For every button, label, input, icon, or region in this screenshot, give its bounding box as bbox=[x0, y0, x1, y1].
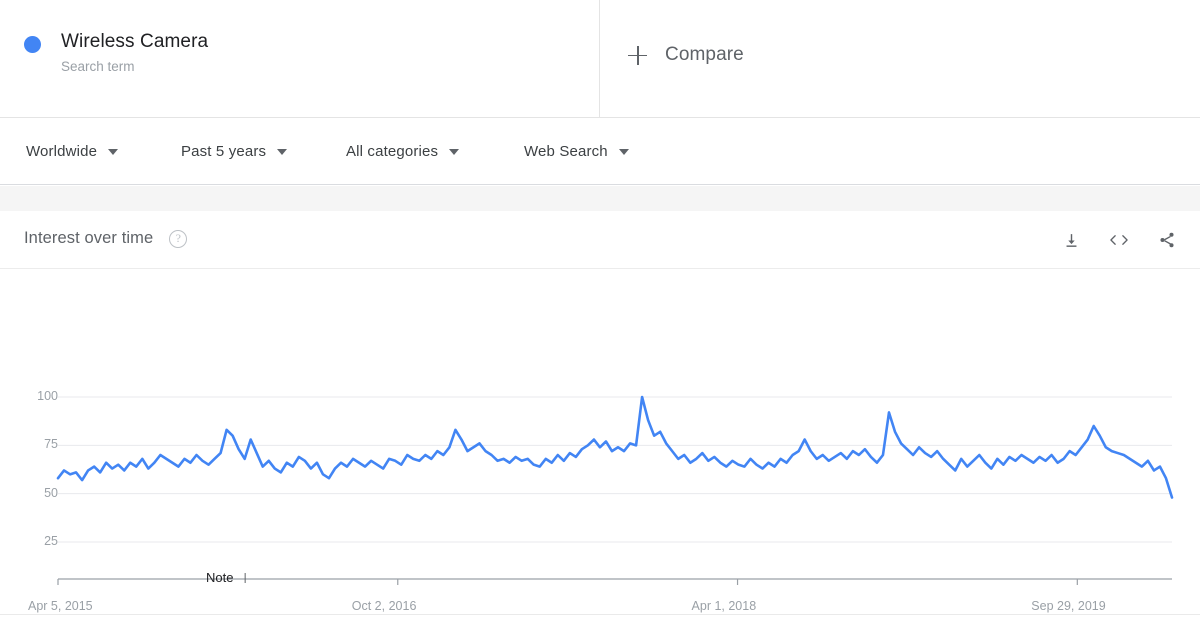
search-term-content: Wireless Camera Search term bbox=[24, 30, 208, 75]
trends-line-chart[interactable] bbox=[0, 269, 1200, 614]
filter-category-label: All categories bbox=[346, 142, 439, 160]
x-axis-tick-label: Apr 5, 2015 bbox=[28, 599, 93, 613]
google-trends-page: Wireless Camera Search term Compare Worl… bbox=[0, 0, 1200, 624]
filter-time-range-label: Past 5 years bbox=[181, 142, 267, 160]
chart-title: Interest over time bbox=[24, 229, 154, 247]
y-axis-tick-label: 25 bbox=[44, 534, 58, 548]
filter-category[interactable]: All categories bbox=[346, 142, 460, 160]
filter-search-type[interactable]: Web Search bbox=[524, 143, 629, 160]
search-term-card[interactable]: Wireless Camera Search term bbox=[0, 0, 600, 117]
chevron-down-icon bbox=[449, 149, 460, 155]
download-icon[interactable] bbox=[1058, 227, 1084, 253]
compare-card[interactable]: Compare bbox=[600, 0, 1200, 117]
section-divider bbox=[0, 186, 1200, 211]
chevron-down-icon bbox=[277, 149, 288, 155]
x-axis-tick-label: Oct 2, 2016 bbox=[351, 599, 417, 613]
note-annotation: Note bbox=[206, 570, 234, 585]
filter-bar: Worldwide Past 5 years All categories We… bbox=[0, 118, 1200, 185]
x-axis-tick-label: Sep 29, 2019 bbox=[1031, 599, 1106, 613]
search-term-bar: Wireless Camera Search term Compare bbox=[0, 0, 1200, 118]
series-color-dot-icon bbox=[24, 36, 41, 53]
embed-code-icon[interactable] bbox=[1106, 227, 1132, 253]
chevron-down-icon bbox=[108, 149, 119, 155]
plus-icon bbox=[628, 45, 647, 65]
search-term-text: Wireless Camera Search term bbox=[61, 30, 208, 75]
y-axis-tick-label: 50 bbox=[44, 485, 58, 500]
x-axis-tick-label: Apr 1, 2018 bbox=[691, 599, 757, 613]
y-axis-tick-label: 100 bbox=[37, 389, 58, 403]
filter-time-range[interactable]: Past 5 years bbox=[181, 142, 288, 160]
search-term-title: Wireless Camera bbox=[61, 31, 209, 52]
chart-title-wrap: Interest over time ? bbox=[24, 229, 188, 248]
compare-label: Compare bbox=[665, 44, 744, 65]
interest-over-time-card: Interest over time ? 100 75 50 25 Apr 5,… bbox=[0, 211, 1200, 615]
share-icon[interactable] bbox=[1154, 227, 1180, 253]
search-term-subtitle: Search term bbox=[61, 59, 135, 74]
filter-location[interactable]: Worldwide bbox=[26, 142, 119, 160]
chart-plot-area: 100 75 50 25 Apr 5, 2015 Oct 2, 2016 Apr 1, 2… bbox=[0, 269, 1200, 614]
chart-header: Interest over time ? bbox=[0, 211, 1200, 269]
y-axis-tick-label: 75 bbox=[44, 437, 58, 452]
chevron-down-icon bbox=[618, 149, 629, 155]
chart-actions bbox=[1058, 227, 1180, 253]
filter-search-type-label: Web Search bbox=[524, 142, 608, 160]
add-comparison-button[interactable]: Compare bbox=[628, 44, 744, 66]
question-mark-icon[interactable]: ? bbox=[169, 229, 188, 248]
filter-location-label: Worldwide bbox=[26, 142, 98, 160]
